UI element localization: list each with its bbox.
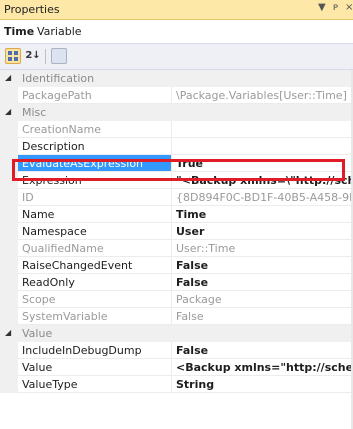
row-gutter [0,308,18,325]
property-name: IncludeInDebugDump [22,344,142,357]
property-value[interactable]: User::Time [176,242,353,255]
row-gutter [0,376,18,393]
property-name: ReadOnly [22,276,75,289]
property-row[interactable]: Name Time [0,206,353,223]
property-row[interactable]: Value <Backup xmlns="http://schema [0,359,353,376]
object-type: Variable [37,25,82,38]
category-label: Identification [22,72,95,85]
property-name: SystemVariable [22,310,108,323]
property-name: ID [22,191,34,204]
property-row[interactable]: SystemVariable False [0,308,353,325]
property-row[interactable]: ValueType String [0,376,353,393]
property-row[interactable]: IncludeInDebugDump False [0,342,353,359]
property-value[interactable]: <Backup xmlns="http://schema [176,361,353,374]
property-row[interactable]: QualifiedName User::Time [0,240,353,257]
property-row[interactable]: RaiseChangedEvent False [0,257,353,274]
close-icon[interactable]: × [345,2,353,13]
column-divider[interactable] [171,308,172,325]
category-row[interactable]: ◢ Identification [0,70,353,87]
property-name: QualifiedName [22,242,104,255]
property-row[interactable]: ReadOnly False [0,274,353,291]
row-gutter [0,274,18,291]
property-grid: ◢ Identification PackagePath \Package.Varia… [0,70,353,429]
pin-icon[interactable]: ᴘ [333,2,338,13]
property-value[interactable]: False [176,276,353,289]
highlight-box [12,159,345,181]
category-label: Misc [22,106,47,119]
collapse-arrow-icon[interactable]: ◢ [5,107,11,116]
property-value[interactable]: False [176,344,353,357]
column-divider[interactable] [171,189,172,206]
dropdown-icon[interactable]: ▼ [318,2,326,13]
property-row[interactable]: Scope Package [0,291,353,308]
property-name: PackagePath [22,89,92,102]
column-divider[interactable] [171,206,172,223]
row-gutter [0,121,18,138]
collapse-arrow-icon[interactable]: ◢ [5,328,11,337]
property-name: ValueType [22,378,78,391]
column-divider[interactable] [171,121,172,138]
row-gutter [0,189,18,206]
property-name: CreationName [22,123,101,136]
column-divider[interactable] [171,240,172,257]
row-gutter [0,138,18,155]
toolbar-separator [45,49,46,64]
object-name: Time [4,25,35,38]
property-row[interactable]: ID {8D894F0C-BD1F-40B5-A458-9D7 [0,189,353,206]
property-name: RaiseChangedEvent [22,259,133,272]
property-value[interactable]: String [176,378,353,391]
properties-toolbar: 2↓ [0,43,353,70]
property-name: Description [22,140,85,153]
property-name: Scope [22,293,56,306]
property-value[interactable]: False [176,310,353,323]
properties-title-bar: Properties ▼ ᴘ × [0,0,353,20]
column-divider[interactable] [171,138,172,155]
property-pages-icon[interactable] [51,48,67,64]
category-row[interactable]: ◢ Value [0,325,353,342]
object-selector[interactable]: Time Variable [0,20,353,42]
categorized-view-icon[interactable] [5,48,21,64]
column-divider[interactable] [171,87,172,104]
row-divider [18,392,353,393]
row-gutter [0,359,18,376]
property-value[interactable]: Package [176,293,353,306]
property-value[interactable]: User [176,225,353,238]
column-divider[interactable] [171,359,172,376]
category-label: Value [22,327,53,340]
property-value[interactable]: {8D894F0C-BD1F-40B5-A458-9D7 [176,191,353,204]
alphabetical-sort-icon[interactable]: 2↓ [25,48,41,64]
column-divider[interactable] [171,342,172,359]
property-name: Name [22,208,55,221]
property-row[interactable]: Description [0,138,353,155]
property-row[interactable]: Namespace User [0,223,353,240]
column-divider[interactable] [171,223,172,240]
row-gutter [0,342,18,359]
column-divider[interactable] [171,291,172,308]
window-title: Properties [4,3,60,16]
property-row[interactable]: CreationName [0,121,353,138]
column-divider[interactable] [171,257,172,274]
column-divider[interactable] [171,376,172,393]
property-name: Value [22,361,53,374]
row-gutter [0,291,18,308]
collapse-arrow-icon[interactable]: ◢ [5,73,11,82]
row-gutter [0,87,18,104]
row-gutter [0,257,18,274]
column-divider[interactable] [171,274,172,291]
row-gutter [0,206,18,223]
row-gutter [0,223,18,240]
property-value[interactable]: Time [176,208,353,221]
property-value[interactable]: \Package.Variables[User::Time] [176,89,353,102]
property-value[interactable]: False [176,259,353,272]
row-gutter [0,240,18,257]
category-row[interactable]: ◢ Misc [0,104,353,121]
property-row[interactable]: PackagePath \Package.Variables[User::Time… [0,87,353,104]
property-name: Namespace [22,225,87,238]
